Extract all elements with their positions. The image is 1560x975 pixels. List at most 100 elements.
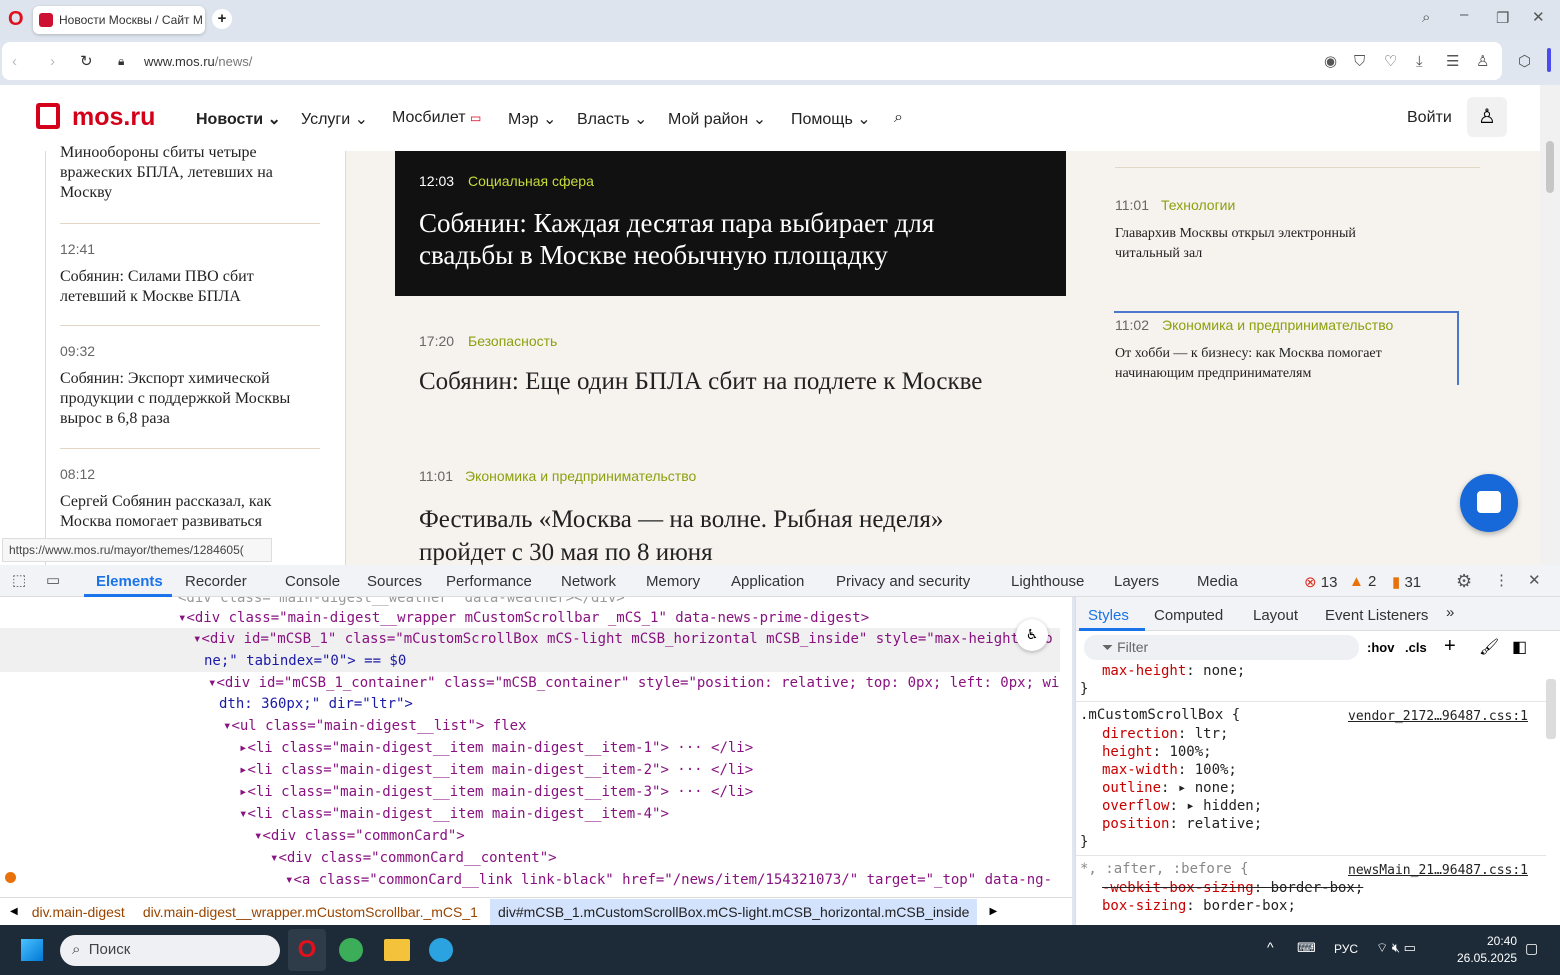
issues-count[interactable]: ▮ 31 xyxy=(1392,573,1421,591)
dom-node[interactable]: ▸<li class="main-digest__item main-diges… xyxy=(239,737,753,759)
nav-mosbilet[interactable]: Мосбилет ▭ xyxy=(392,109,481,127)
back-button[interactable]: ‹ xyxy=(12,53,17,70)
news-title[interactable]: Главархив Москвы открыл электронный чита… xyxy=(1115,224,1415,264)
styles-filter-input[interactable]: ⏷ Filter xyxy=(1084,635,1359,660)
keyboard-icon[interactable]: ⌨ xyxy=(1297,940,1316,956)
browser-tab[interactable]: Новости Москвы / Сайт М xyxy=(33,6,205,34)
opera-taskbar-icon[interactable]: O xyxy=(288,929,326,971)
css-property[interactable]: max-width: 100%; xyxy=(1102,762,1237,778)
tab-application[interactable]: Application xyxy=(731,573,804,590)
shield-icon[interactable]: ⛉ xyxy=(1354,53,1365,70)
css-property[interactable]: height: 100%; xyxy=(1102,744,1212,760)
heart-icon[interactable]: ♡ xyxy=(1384,52,1397,70)
app-taskbar-icon[interactable] xyxy=(339,938,363,962)
css-property[interactable]: direction: ltr; xyxy=(1102,726,1228,742)
cls-toggle[interactable]: .cls xyxy=(1405,640,1427,655)
breadcrumb-left-arrow[interactable]: ◀ xyxy=(10,906,18,917)
inspect-element-icon[interactable]: ⬚ xyxy=(12,571,26,589)
css-property-overridden[interactable]: -webkit-box-sizing: border-box; xyxy=(1102,880,1363,896)
address-bar[interactable]: ‹ › ↻ 🔒︎ www.mos.ru/news/ ◉ ⛉ ♡ ⤓ ☰ ♙ xyxy=(2,42,1502,80)
dom-node[interactable]: ▸<li class="main-digest__item main-diges… xyxy=(239,759,753,781)
close-window-button[interactable]: ✕ xyxy=(1532,8,1545,26)
styles-scrollbar[interactable] xyxy=(1546,679,1556,739)
news-category[interactable]: Экономика и предпринимательство xyxy=(1162,317,1393,333)
chat-button[interactable] xyxy=(1460,474,1518,532)
nav-services[interactable]: Услуги ⌄ xyxy=(301,109,368,129)
easy-setup-icon[interactable]: ☰ xyxy=(1446,52,1459,70)
dom-node[interactable]: ▾<a class="commonCard__link link-black" … xyxy=(285,869,1052,891)
search-tabs-icon[interactable]: ⌕ xyxy=(1422,9,1430,26)
device-toolbar-icon[interactable]: ▭ xyxy=(46,571,60,589)
breadcrumb-item[interactable]: div.main-digest__wrapper.mCustomScrollba… xyxy=(143,904,478,920)
dom-node[interactable]: ▾<ul class="main-digest__list"> flex xyxy=(223,715,526,737)
tab-performance[interactable]: Performance xyxy=(446,573,532,590)
dom-node-selected[interactable]: ▾<div id="mCSB_1" class="mCustomScrollBo… xyxy=(193,628,1053,650)
paint-brush-icon[interactable]: 🖌︎ xyxy=(1479,637,1499,657)
site-logo[interactable]: mos.ru xyxy=(72,103,155,132)
css-selector[interactable]: .mCustomScrollBox { xyxy=(1080,707,1240,723)
css-source-link[interactable]: vendor_2172…96487.css:1 xyxy=(1348,709,1528,724)
more-tabs-icon[interactable]: » xyxy=(1446,604,1454,621)
tab-computed[interactable]: Computed xyxy=(1154,607,1223,624)
dom-node[interactable]: ▾<li class="main-digest__item main-diges… xyxy=(239,803,669,825)
tab-memory[interactable]: Memory xyxy=(646,573,700,590)
breadcrumb-item-selected[interactable]: div#mCSB_1.mCustomScrollBox.mCS-light.mC… xyxy=(490,899,978,925)
news-title[interactable]: Сергей Собянин рассказал, как Москва пом… xyxy=(60,492,320,532)
css-property[interactable]: box-sizing: border-box; xyxy=(1102,898,1296,914)
nav-my-district[interactable]: Мой район ⌄ xyxy=(668,109,766,129)
reload-button[interactable]: ↻ xyxy=(80,52,93,70)
tab-privacy-security[interactable]: Privacy and security xyxy=(836,573,970,590)
clock-date[interactable]: 26.05.2025 xyxy=(1457,951,1517,965)
accessibility-icon[interactable]: ♿︎ xyxy=(1016,619,1048,651)
new-rule-icon[interactable]: + xyxy=(1444,635,1456,658)
tab-console[interactable]: Console xyxy=(285,573,340,590)
tab-layers[interactable]: Layers xyxy=(1114,573,1159,590)
dom-node[interactable]: ▸<li class="main-digest__item main-diges… xyxy=(239,781,753,803)
tray-expand-icon[interactable]: ^ xyxy=(1267,939,1274,955)
more-menu-icon[interactable]: ⋮ xyxy=(1494,571,1509,589)
extensions-icon[interactable]: ⬡ xyxy=(1518,52,1531,70)
download-icon[interactable]: ⤓ xyxy=(1416,53,1423,70)
camera-icon[interactable]: ◉ xyxy=(1324,52,1337,70)
tab-sources[interactable]: Sources xyxy=(367,573,422,590)
language-indicator[interactable]: РУС xyxy=(1334,942,1358,956)
dom-node[interactable]: ▾<div id="mCSB_1_container" class="mCSB_… xyxy=(208,672,1059,694)
site-search-icon[interactable]: ⌕ xyxy=(894,109,903,127)
css-source-link[interactable]: newsMain_21…96487.css:1 xyxy=(1348,863,1528,878)
news-title[interactable]: Минообороны сбиты четыре вражеских БПЛА,… xyxy=(60,143,320,203)
url-text[interactable]: www.mos.ru/news/ xyxy=(144,54,252,69)
nav-mayor[interactable]: Мэр ⌄ xyxy=(508,109,556,129)
toggle-sidebar-icon[interactable]: ◧ xyxy=(1512,637,1527,657)
notifications-icon[interactable]: ▢ xyxy=(1525,940,1538,957)
news-title[interactable]: Собянин: Каждая десятая пара выбирает дл… xyxy=(419,207,1019,271)
taskbar-search[interactable]: ⌕ Поиск xyxy=(60,935,280,966)
elements-tree[interactable]: <div class="main-digest__weather" data-w… xyxy=(0,597,1072,897)
news-category[interactable]: Социальная сфера xyxy=(468,173,594,189)
dom-node[interactable]: ▾<div class="commonCard"> xyxy=(254,825,465,847)
start-button[interactable] xyxy=(21,939,43,961)
tab-styles[interactable]: Styles xyxy=(1088,607,1129,624)
breadcrumb-right-arrow[interactable]: ▶ xyxy=(989,906,997,917)
errors-count[interactable]: ⊗ 13 xyxy=(1304,573,1337,591)
nav-help[interactable]: Помощь ⌄ xyxy=(791,109,871,129)
nav-news[interactable]: Новости ⌄ xyxy=(196,109,281,129)
close-devtools-icon[interactable]: ✕ xyxy=(1528,571,1541,589)
news-title[interactable]: Собянин: Экспорт химической продукции с … xyxy=(60,369,325,429)
news-category[interactable]: Технологии xyxy=(1161,197,1235,213)
dom-node[interactable]: ▾<div class="commonCard__content"> xyxy=(270,847,557,869)
tab-elements[interactable]: Elements xyxy=(96,573,163,590)
maximize-button[interactable]: ❐ xyxy=(1496,9,1509,27)
tab-recorder[interactable]: Recorder xyxy=(185,573,247,590)
nav-government[interactable]: Власть ⌄ xyxy=(577,109,647,129)
file-explorer-icon[interactable] xyxy=(384,939,410,961)
profile-icon[interactable]: ♙ xyxy=(1476,52,1489,70)
settings-gear-icon[interactable]: ⚙ xyxy=(1456,571,1472,592)
page-scrollbar[interactable] xyxy=(1540,85,1560,565)
news-category[interactable]: Экономика и предпринимательство xyxy=(465,468,696,484)
news-category[interactable]: Безопасность xyxy=(468,333,557,349)
hov-toggle[interactable]: :hov xyxy=(1367,640,1394,655)
news-title[interactable]: Фестиваль «Москва — на волне. Рыбная нед… xyxy=(419,503,1019,565)
login-link[interactable]: Войти xyxy=(1407,109,1452,127)
hero-news-card[interactable]: 12:03 Социальная сфера Собянин: Каждая д… xyxy=(395,151,1066,296)
tab-network[interactable]: Network xyxy=(561,573,616,590)
